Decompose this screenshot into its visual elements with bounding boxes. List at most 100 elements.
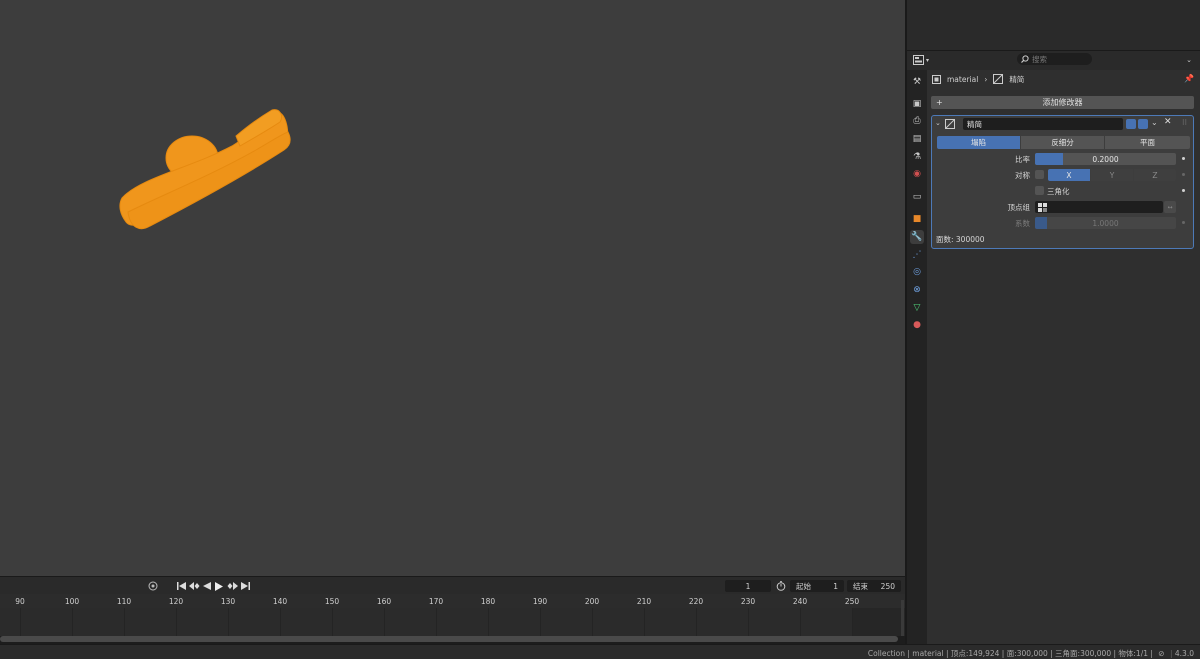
decimate-modifier-panel: ⌄ 精简 ⌄ ✕ ⁝⁝ 塌陷 反细分 平面 比率 0.2000 对称 X Y Z… [931,115,1194,249]
jump-end-icon[interactable] [240,580,250,592]
scene-icon: ⚗ [912,152,922,162]
axis-z[interactable]: Z [1134,169,1176,181]
ratio-value: 0.2000 [1092,154,1119,164]
timeline-ruler[interactable]: 90 100 110 120 130 140 150 160 170 180 190 200 210 22… [0,594,905,608]
mode-collapse[interactable]: 塌陷 [937,136,1020,149]
pin-icon[interactable]: 📌 [1184,74,1194,83]
tab-material[interactable]: ● [910,318,924,332]
timeline-gridline [436,608,437,636]
tab-physics[interactable]: ◎ [910,265,924,279]
view-layer-icon: ▤ [912,134,922,144]
ruler-tick-label: 150 [324,597,340,606]
triangulate-checkbox[interactable] [1035,186,1044,195]
keyframe-dot-icon[interactable] [1182,189,1185,192]
render-icon: ▣ [912,99,922,109]
ruler-tick-label: 220 [688,597,704,606]
tab-view-layer[interactable]: ▤ [910,132,924,146]
tab-output[interactable]: ⎙ [910,114,924,128]
jump-start-icon[interactable] [176,580,186,592]
ruler-tick-label: 120 [168,597,184,606]
properties-tabs: ⚒ ▣ ⎙ ▤ ⚗ ◉ ▭ ■ 🔧 ⋰ ◎ ⊗ ▽ ● [907,70,927,644]
ruler-tick-label: 240 [792,597,808,606]
mesh-object[interactable] [0,0,905,576]
constraints-icon: ⊗ [913,285,921,295]
keyframe-dot-icon[interactable] [1182,173,1185,176]
play-reverse-icon[interactable] [202,580,212,592]
keyframe-dot-icon[interactable] [1182,157,1185,160]
face-count: 面数: 300000 [936,235,985,244]
ruler-tick-label: 110 [116,597,132,606]
timeline-scrollbar[interactable] [0,636,898,642]
breadcrumb: material › 精简 [932,74,1024,84]
decimate-icon [945,119,955,131]
invert-vertex-group-button[interactable]: ↔ [1164,201,1176,213]
ruler-tick-label: 130 [220,597,236,606]
show-in-viewport-icon[interactable] [1126,119,1136,129]
ratio-slider[interactable]: 0.2000 [1035,153,1176,165]
keyframe-toggle-icon[interactable] [147,580,159,592]
3d-viewport[interactable] [0,0,905,576]
stats-text: Collection | material | 顶点:149,924 | 面:3… [867,649,1153,658]
properties-search-input[interactable]: 搜索 [1017,53,1092,65]
timeline-gridline [124,608,125,636]
play-icon[interactable] [214,580,224,592]
timeline-gridline [644,608,645,636]
next-keyframe-icon[interactable] [226,580,238,592]
drag-handle-icon[interactable]: ⁝⁝ [1182,118,1187,127]
axis-y[interactable]: Y [1091,169,1133,181]
start-frame-label: 起始 [796,581,811,591]
symmetry-label: 对称 [1015,171,1030,180]
timeline-gridline [488,608,489,636]
tab-particles[interactable]: ⋰ [910,248,924,262]
version-text: 4.3.0 [1174,649,1194,658]
search-placeholder: 搜索 [1032,54,1047,64]
mode-planar[interactable]: 平面 [1105,136,1190,149]
add-modifier-button[interactable]: + 添加修改器 [931,96,1194,109]
timeline-gridline [800,608,801,636]
search-icon [1021,55,1029,63]
current-frame-value: 1 [745,581,751,591]
timeline-gridline [332,608,333,636]
header-dropdown-icon[interactable]: ⌄ [1186,56,1192,64]
breadcrumb-object: material [947,74,979,84]
tab-data[interactable]: ▽ [910,301,924,315]
prev-keyframe-icon[interactable] [188,580,200,592]
ruler-tick-label: 190 [532,597,548,606]
ruler-tick-label: 170 [428,597,444,606]
tab-modifiers[interactable]: 🔧 [910,230,924,244]
collection-icon: ▭ [912,192,922,202]
mesh-data-icon: ▽ [913,303,921,313]
tab-constraints[interactable]: ⊗ [910,283,924,297]
tab-tool[interactable]: ⚒ [910,75,924,89]
tab-world[interactable]: ◉ [910,167,924,181]
show-in-render-icon[interactable] [1138,119,1148,129]
factor-fill [1035,217,1047,229]
factor-slider[interactable]: 1.0000 [1035,217,1176,229]
tab-render[interactable]: ▣ [910,97,924,111]
decimate-icon [993,74,1004,84]
tab-scene[interactable]: ⚗ [910,150,924,164]
modifier-menu-chevron-icon[interactable]: ⌄ [1151,118,1158,127]
stopwatch-icon[interactable] [775,580,787,592]
collapse-chevron-icon[interactable]: ⌄ [935,119,941,127]
start-frame-field[interactable]: 起始 1 [790,580,844,592]
tab-object[interactable]: ■ [910,212,924,226]
mode-unsubdivide[interactable]: 反细分 [1021,136,1104,149]
editor-type-icon[interactable]: ▾ [913,55,929,66]
current-frame-field[interactable]: 1 [725,580,771,592]
keyframe-dot-icon[interactable] [1182,221,1185,224]
triangulate-label: 三角化 [1047,187,1070,196]
axis-x[interactable]: X [1048,169,1090,181]
end-frame-field[interactable]: 结束 250 [847,580,901,592]
timeline-gridline [384,608,385,636]
vertex-group-field[interactable] [1035,201,1163,213]
end-frame-label: 结束 [853,581,868,591]
axis-x-label: X [1066,170,1072,180]
tab-collection[interactable]: ▭ [910,190,924,204]
timeline-body[interactable] [0,608,905,636]
close-icon[interactable]: ✕ [1164,117,1172,127]
symmetry-checkbox[interactable] [1035,170,1044,179]
ruler-tick-label: 200 [584,597,600,606]
timeline-vertical-scrollbar[interactable] [901,600,904,636]
modifier-name-field[interactable]: 精简 [963,118,1123,130]
